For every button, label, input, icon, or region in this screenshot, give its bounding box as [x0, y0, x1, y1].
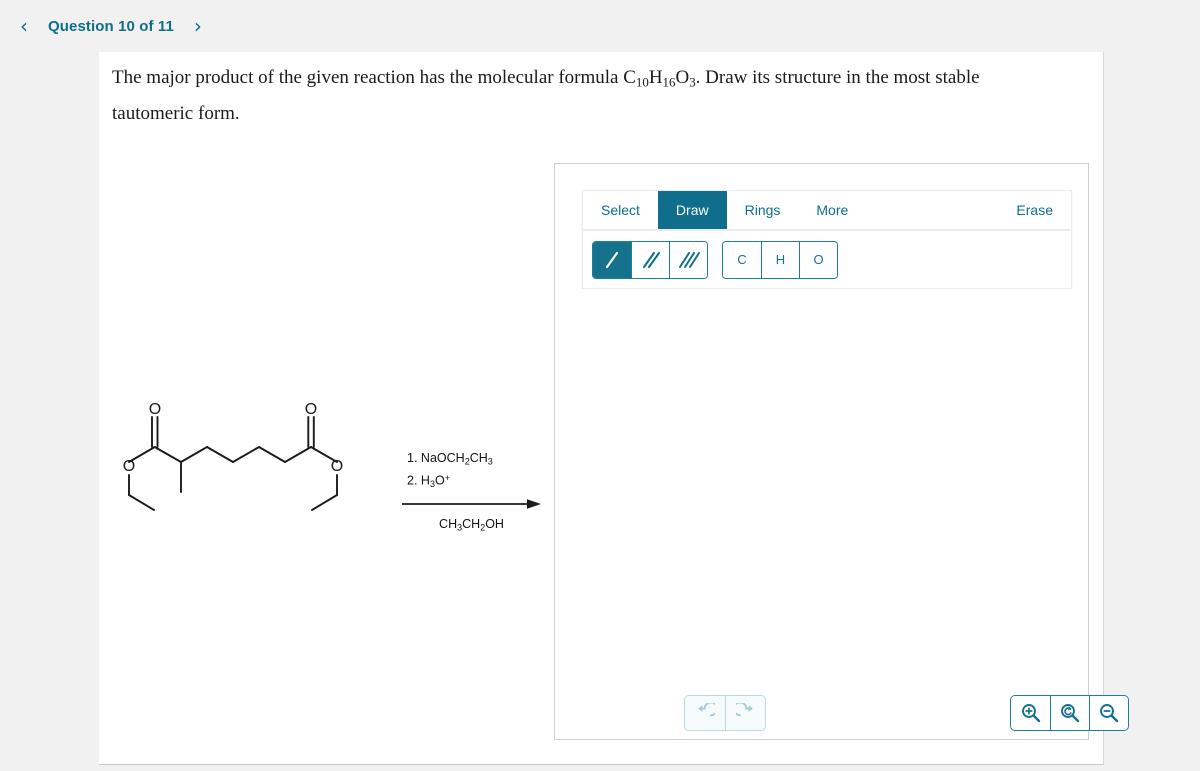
step-2-number: 2.: [407, 473, 418, 488]
single-bond-icon: [605, 251, 619, 268]
step-1-reagent-tail: CH: [469, 451, 488, 465]
undo-icon: [698, 703, 715, 717]
next-question-icon[interactable]: ›: [188, 14, 208, 38]
step-2-reagent-tail: O: [434, 473, 445, 488]
element-hydrogen-button[interactable]: H: [761, 241, 799, 278]
molecule-canvas[interactable]: [582, 289, 1072, 674]
formula-element-hydrogen: H: [648, 67, 663, 88]
solvent-part-3: OH: [485, 517, 504, 532]
reaction-condition-step-1: 1. NaOCH2CH3: [407, 450, 544, 470]
reactant-structure-diagram: O O O O: [109, 372, 409, 567]
tab-rings[interactable]: Rings: [727, 191, 799, 229]
step-1-reagent: NaOCH: [420, 451, 465, 465]
prompt-text-leading: The major product of the given reaction …: [112, 67, 636, 88]
triple-bond-icon: [678, 251, 700, 268]
redo-button[interactable]: [725, 696, 765, 730]
atom-label-carbonyl-oxygen-left: O: [149, 401, 161, 418]
molecule-drawing-panel: Select Draw Rings More Erase C H O: [554, 163, 1129, 740]
question-navigation: ‹ Question 10 of 11 ›: [0, 0, 1200, 52]
element-carbon-button[interactable]: C: [723, 241, 761, 278]
atom-label-ester-oxygen-right: O: [331, 458, 343, 475]
undo-button[interactable]: [685, 696, 725, 730]
zoom-control-group: [1010, 695, 1129, 731]
triple-bond-tool[interactable]: [669, 241, 707, 278]
reaction-conditions-above: 1. NaOCH2CH3 2. H3O+: [399, 450, 544, 493]
reactant-skeletal-structure: O O O O: [123, 401, 343, 511]
previous-question-icon[interactable]: ‹: [14, 14, 34, 38]
zoom-reset-button[interactable]: [1050, 696, 1089, 730]
double-bond-icon: [642, 251, 660, 268]
solvent-part-1: CH: [439, 517, 458, 532]
solvent-part-2: CH: [462, 517, 481, 532]
zoom-reset-icon: [1061, 704, 1080, 723]
tab-select[interactable]: Select: [583, 191, 658, 229]
single-bond-tool[interactable]: [593, 241, 631, 278]
reaction-conditions-below: CH3CH2OH: [399, 511, 544, 532]
step-1-sub-2: 3: [487, 456, 493, 467]
step-2-charge: +: [444, 473, 450, 484]
redo-icon: [735, 703, 753, 717]
formula-subscript-hydrogen: 16: [662, 74, 676, 90]
zoom-in-button[interactable]: [1011, 696, 1050, 730]
zoom-out-button[interactable]: [1089, 696, 1128, 730]
step-1-number: 1.: [407, 451, 418, 465]
step-2-reagent: H: [420, 473, 430, 488]
tab-draw[interactable]: Draw: [657, 191, 727, 229]
reaction-scheme: O O O O 1. NaOCH2CH3 2. H3O+ CH3CH2OH: [99, 372, 544, 572]
zoom-in-icon: [1021, 704, 1040, 723]
tab-more[interactable]: More: [798, 191, 866, 229]
atom-label-carbonyl-oxygen-right: O: [305, 401, 317, 418]
bond-tool-group: [592, 240, 708, 279]
question-prompt: The major product of the given reaction …: [112, 62, 1012, 129]
reaction-arrow-icon: [402, 499, 541, 509]
drawing-tool-options-bar: C H O: [582, 231, 1072, 289]
element-tool-group: C H O: [722, 240, 838, 279]
reaction-arrow-group: 1. NaOCH2CH3 2. H3O+ CH3CH2OH: [399, 450, 544, 532]
zoom-out-icon: [1100, 704, 1119, 723]
formula-element-oxygen: O: [675, 67, 690, 88]
formula-subscript-carbon: 10: [635, 74, 649, 90]
atom-label-ester-oxygen-left: O: [123, 458, 135, 475]
erase-button[interactable]: Erase: [998, 191, 1071, 229]
double-bond-tool[interactable]: [631, 241, 669, 278]
question-card: The major product of the given reaction …: [99, 52, 1129, 765]
question-counter-label: Question 10 of 11: [48, 17, 174, 35]
element-oxygen-button[interactable]: O: [799, 241, 837, 278]
history-control-group: [684, 695, 766, 731]
drawing-tool-tab-bar: Select Draw Rings More Erase: [582, 190, 1072, 230]
reaction-condition-step-2: 2. H3O+: [407, 470, 544, 493]
